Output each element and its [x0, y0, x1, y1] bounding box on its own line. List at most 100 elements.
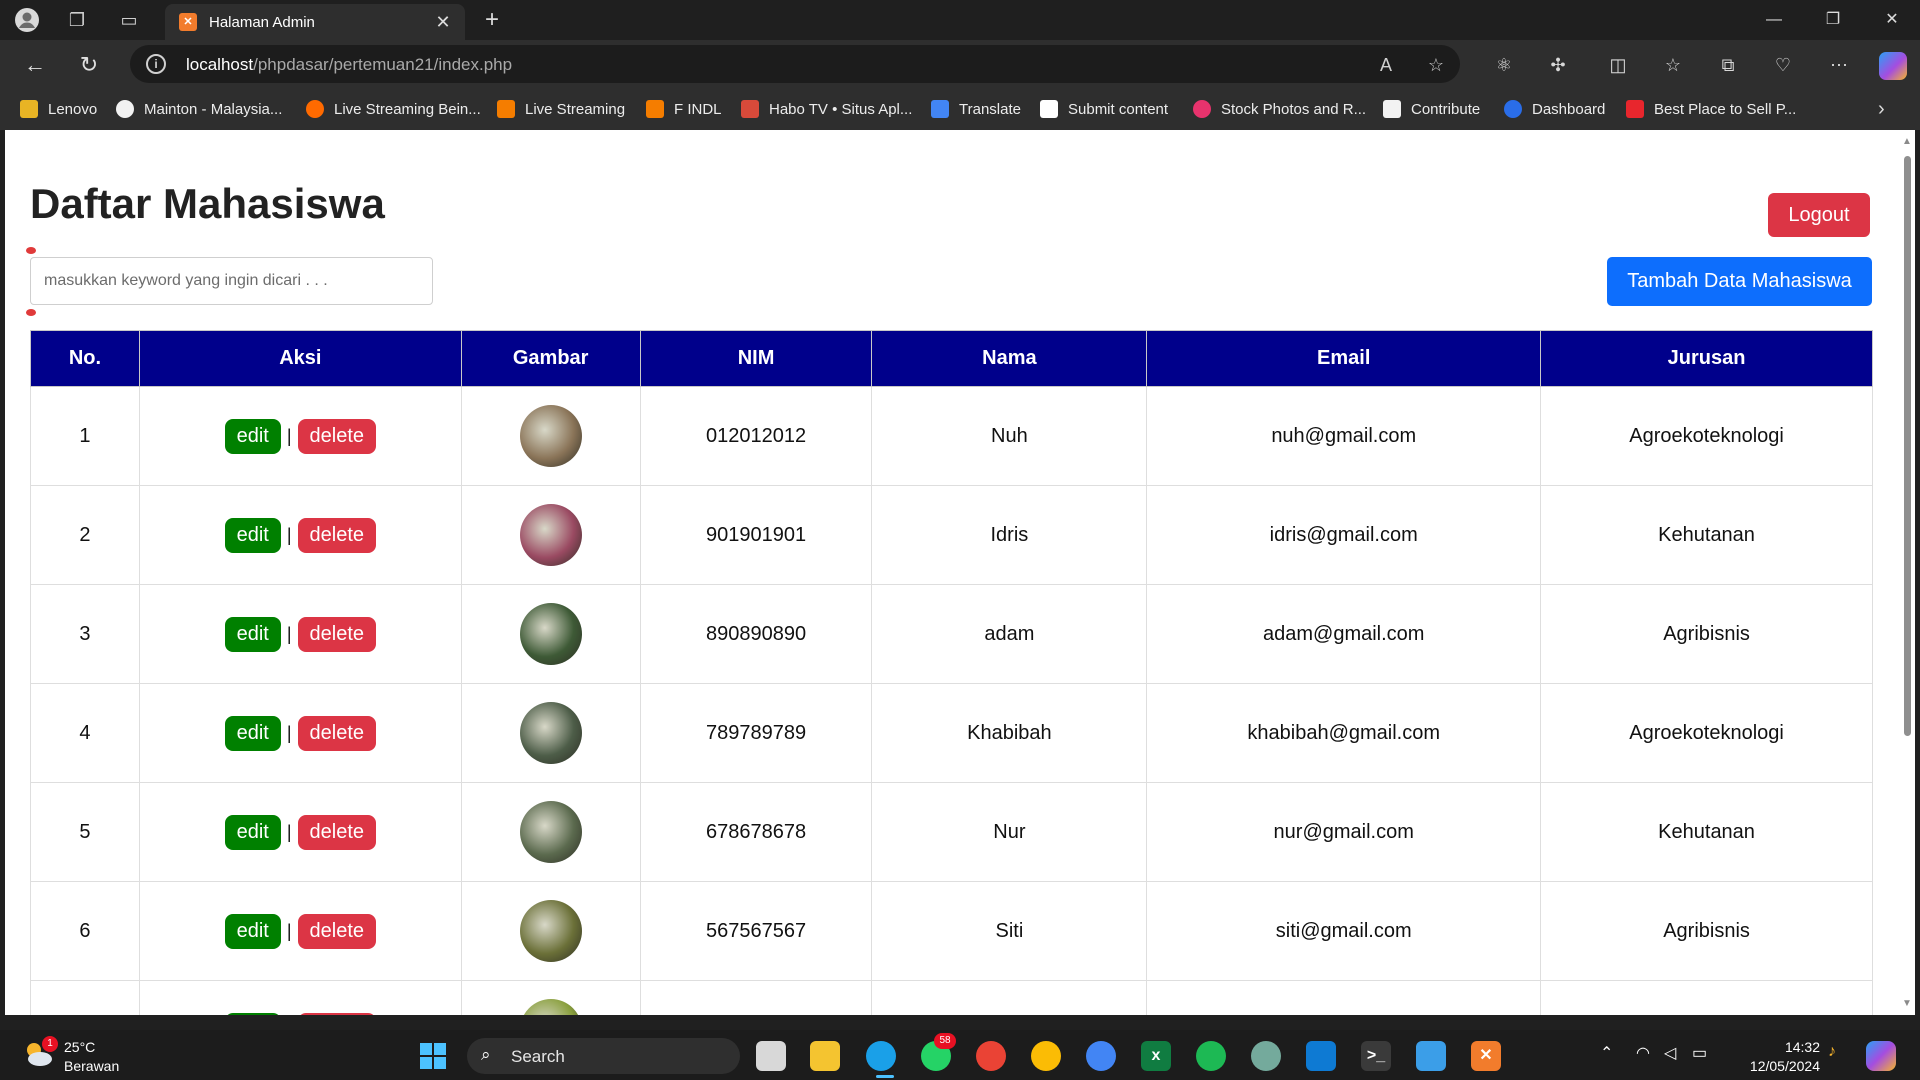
- clock[interactable]: 14:32 12/05/2024: [1740, 1038, 1820, 1076]
- task-view-icon[interactable]: [756, 1041, 786, 1071]
- more-icon[interactable]: ⋯: [1826, 52, 1852, 78]
- cell-aksi: edit|delete: [138, 881, 462, 981]
- delete-button[interactable]: delete: [297, 517, 377, 553]
- workspaces-icon[interactable]: ❐: [64, 7, 90, 33]
- split-screen-icon[interactable]: ◫: [1605, 52, 1631, 78]
- notification-bell-icon[interactable]: ♪: [1828, 1043, 1836, 1061]
- edit-button[interactable]: edit: [224, 814, 281, 850]
- table-row: 2 edit | delete 901901901 Idris idris@gmail.co…: [30, 485, 1873, 585]
- cell-email: [1146, 980, 1542, 1015]
- edit-button[interactable]: edit: [224, 913, 281, 949]
- paint-icon[interactable]: [1416, 1041, 1446, 1071]
- logout-button[interactable]: Logout: [1768, 193, 1870, 237]
- bookmark-f-indl[interactable]: F INDL: [646, 98, 722, 120]
- vscode-icon[interactable]: [1306, 1041, 1336, 1071]
- windows-start-icon[interactable]: [418, 1041, 448, 1071]
- dashboard-icon: [1504, 100, 1522, 118]
- close-tab-icon[interactable]: ✕: [431, 10, 455, 34]
- site-info-icon[interactable]: i: [146, 54, 166, 74]
- collections-icon[interactable]: ⧉: [1715, 52, 1741, 78]
- table-row: 3 edit | delete 890890890 adam adam@gmail.com A…: [30, 584, 1873, 684]
- chatgpt-icon[interactable]: [1251, 1041, 1281, 1071]
- close-window-icon[interactable]: ✕: [1878, 6, 1906, 34]
- chrome-profile-icon[interactable]: [1086, 1041, 1116, 1071]
- vertical-scrollbar[interactable]: ▲ ▼: [1900, 130, 1915, 1015]
- cell-gambar: [460, 881, 641, 981]
- chevron-right-icon[interactable]: ›: [1878, 98, 1885, 121]
- bookmark-lenovo[interactable]: Lenovo: [20, 98, 97, 120]
- edit-button[interactable]: edit: [224, 715, 281, 751]
- search-input[interactable]: [30, 257, 433, 305]
- restore-icon[interactable]: ❐: [1819, 6, 1847, 34]
- delete-button[interactable]: delete: [297, 715, 377, 751]
- edit-button[interactable]: edit: [224, 418, 281, 454]
- profile-icon[interactable]: [14, 7, 40, 33]
- cell-no: 3: [30, 584, 140, 684]
- spotify-icon[interactable]: [1196, 1041, 1226, 1071]
- volume-icon[interactable]: ◁: [1664, 1043, 1676, 1063]
- column-header-nim: NIM: [639, 330, 873, 387]
- add-student-button[interactable]: Tambah Data Mahasiswa: [1607, 257, 1872, 306]
- chevron-up-icon[interactable]: ⌃: [1600, 1043, 1613, 1063]
- excel-icon[interactable]: x: [1141, 1041, 1171, 1071]
- url-text[interactable]: localhost/phpdasar/pertemuan21/index.php: [186, 55, 512, 75]
- minimize-icon[interactable]: —: [1760, 6, 1788, 34]
- copilot-taskbar-icon[interactable]: [1866, 1041, 1896, 1071]
- tab-actions-icon[interactable]: ▭: [116, 7, 142, 33]
- bookmark-live-streaming[interactable]: Live Streaming: [497, 98, 625, 120]
- battery-icon[interactable]: ▭: [1692, 1043, 1707, 1063]
- table-row: 6 edit | delete 567567567 Siti siti@gmail.com A…: [30, 881, 1873, 981]
- bookmark-habo-tv[interactable]: Habo TV • Situs Apl...: [741, 98, 912, 120]
- refresh-icon[interactable]: ↻: [74, 50, 104, 80]
- delete-button[interactable]: delete: [297, 616, 377, 652]
- url-field[interactable]: i localhost/phpdasar/pertemuan21/index.p…: [130, 45, 1460, 83]
- bookmark-dashboard[interactable]: Dashboard: [1504, 98, 1605, 120]
- tab-halaman-admin[interactable]: ✕ Halaman Admin ✕: [165, 4, 465, 40]
- chrome-profile-s-icon[interactable]: [976, 1041, 1006, 1071]
- action-separator: |: [286, 425, 292, 446]
- chrome-icon[interactable]: [1031, 1041, 1061, 1071]
- back-icon[interactable]: ←: [20, 50, 50, 80]
- submit-icon: [1040, 100, 1058, 118]
- search-icon: ⌕: [481, 1045, 491, 1064]
- terminal-icon[interactable]: >_: [1361, 1041, 1391, 1071]
- scroll-up-icon[interactable]: ▲: [1902, 136, 1912, 147]
- new-tab-icon[interactable]: +: [478, 6, 506, 34]
- table-header-row: No. Aksi Gambar NIM Nama Email Jurusan: [30, 330, 1873, 387]
- delete-button[interactable]: delete: [297, 418, 377, 454]
- cell-nim: 890890890: [639, 584, 873, 684]
- delete-button[interactable]: delete: [297, 913, 377, 949]
- wifi-icon[interactable]: ◠: [1636, 1043, 1650, 1063]
- delete-button[interactable]: delete: [297, 814, 377, 850]
- cell-aksi: edit|delete: [138, 386, 462, 486]
- bookmark-stock-photos[interactable]: Stock Photos and R...: [1193, 98, 1366, 120]
- edit-button[interactable]: edit: [224, 517, 281, 553]
- column-header-gambar: Gambar: [460, 330, 641, 387]
- bookmark-best-place[interactable]: Best Place to Sell P...: [1626, 98, 1796, 120]
- extension-react-icon[interactable]: ⚛: [1491, 52, 1517, 78]
- blogger-icon: [646, 100, 664, 118]
- edit-button[interactable]: edit: [224, 1012, 281, 1015]
- edge-icon[interactable]: [866, 1041, 896, 1071]
- favorite-star-icon[interactable]: ☆: [1424, 53, 1448, 77]
- column-header-no: No.: [30, 330, 140, 387]
- taskbar-search[interactable]: ⌕ Search: [467, 1038, 740, 1074]
- extensions-icon[interactable]: ✣: [1545, 52, 1571, 78]
- file-explorer-icon[interactable]: [810, 1041, 840, 1071]
- read-aloud-icon[interactable]: A: [1374, 53, 1398, 77]
- bookmark-submit-content[interactable]: Submit content: [1040, 98, 1168, 120]
- bookmark-live-streaming-bein[interactable]: Live Streaming Bein...: [306, 98, 481, 120]
- delete-button[interactable]: delete: [297, 1012, 377, 1015]
- edit-button[interactable]: edit: [224, 616, 281, 652]
- cell-nim: 012012012: [639, 386, 873, 486]
- scroll-down-icon[interactable]: ▼: [1902, 998, 1912, 1009]
- bookmark-contribute[interactable]: Contribute: [1383, 98, 1480, 120]
- favorites-icon[interactable]: ☆: [1660, 52, 1686, 78]
- copilot-icon[interactable]: [1879, 52, 1907, 80]
- xampp-taskbar-icon[interactable]: ✕: [1471, 1041, 1501, 1071]
- bookmark-translate[interactable]: Translate: [931, 98, 1021, 120]
- weather-badge: 1: [42, 1036, 58, 1052]
- bookmark-mainton[interactable]: Mainton - Malaysia...: [116, 98, 282, 120]
- browser-essentials-icon[interactable]: ♡: [1770, 52, 1796, 78]
- scrollbar-thumb[interactable]: [1904, 156, 1911, 736]
